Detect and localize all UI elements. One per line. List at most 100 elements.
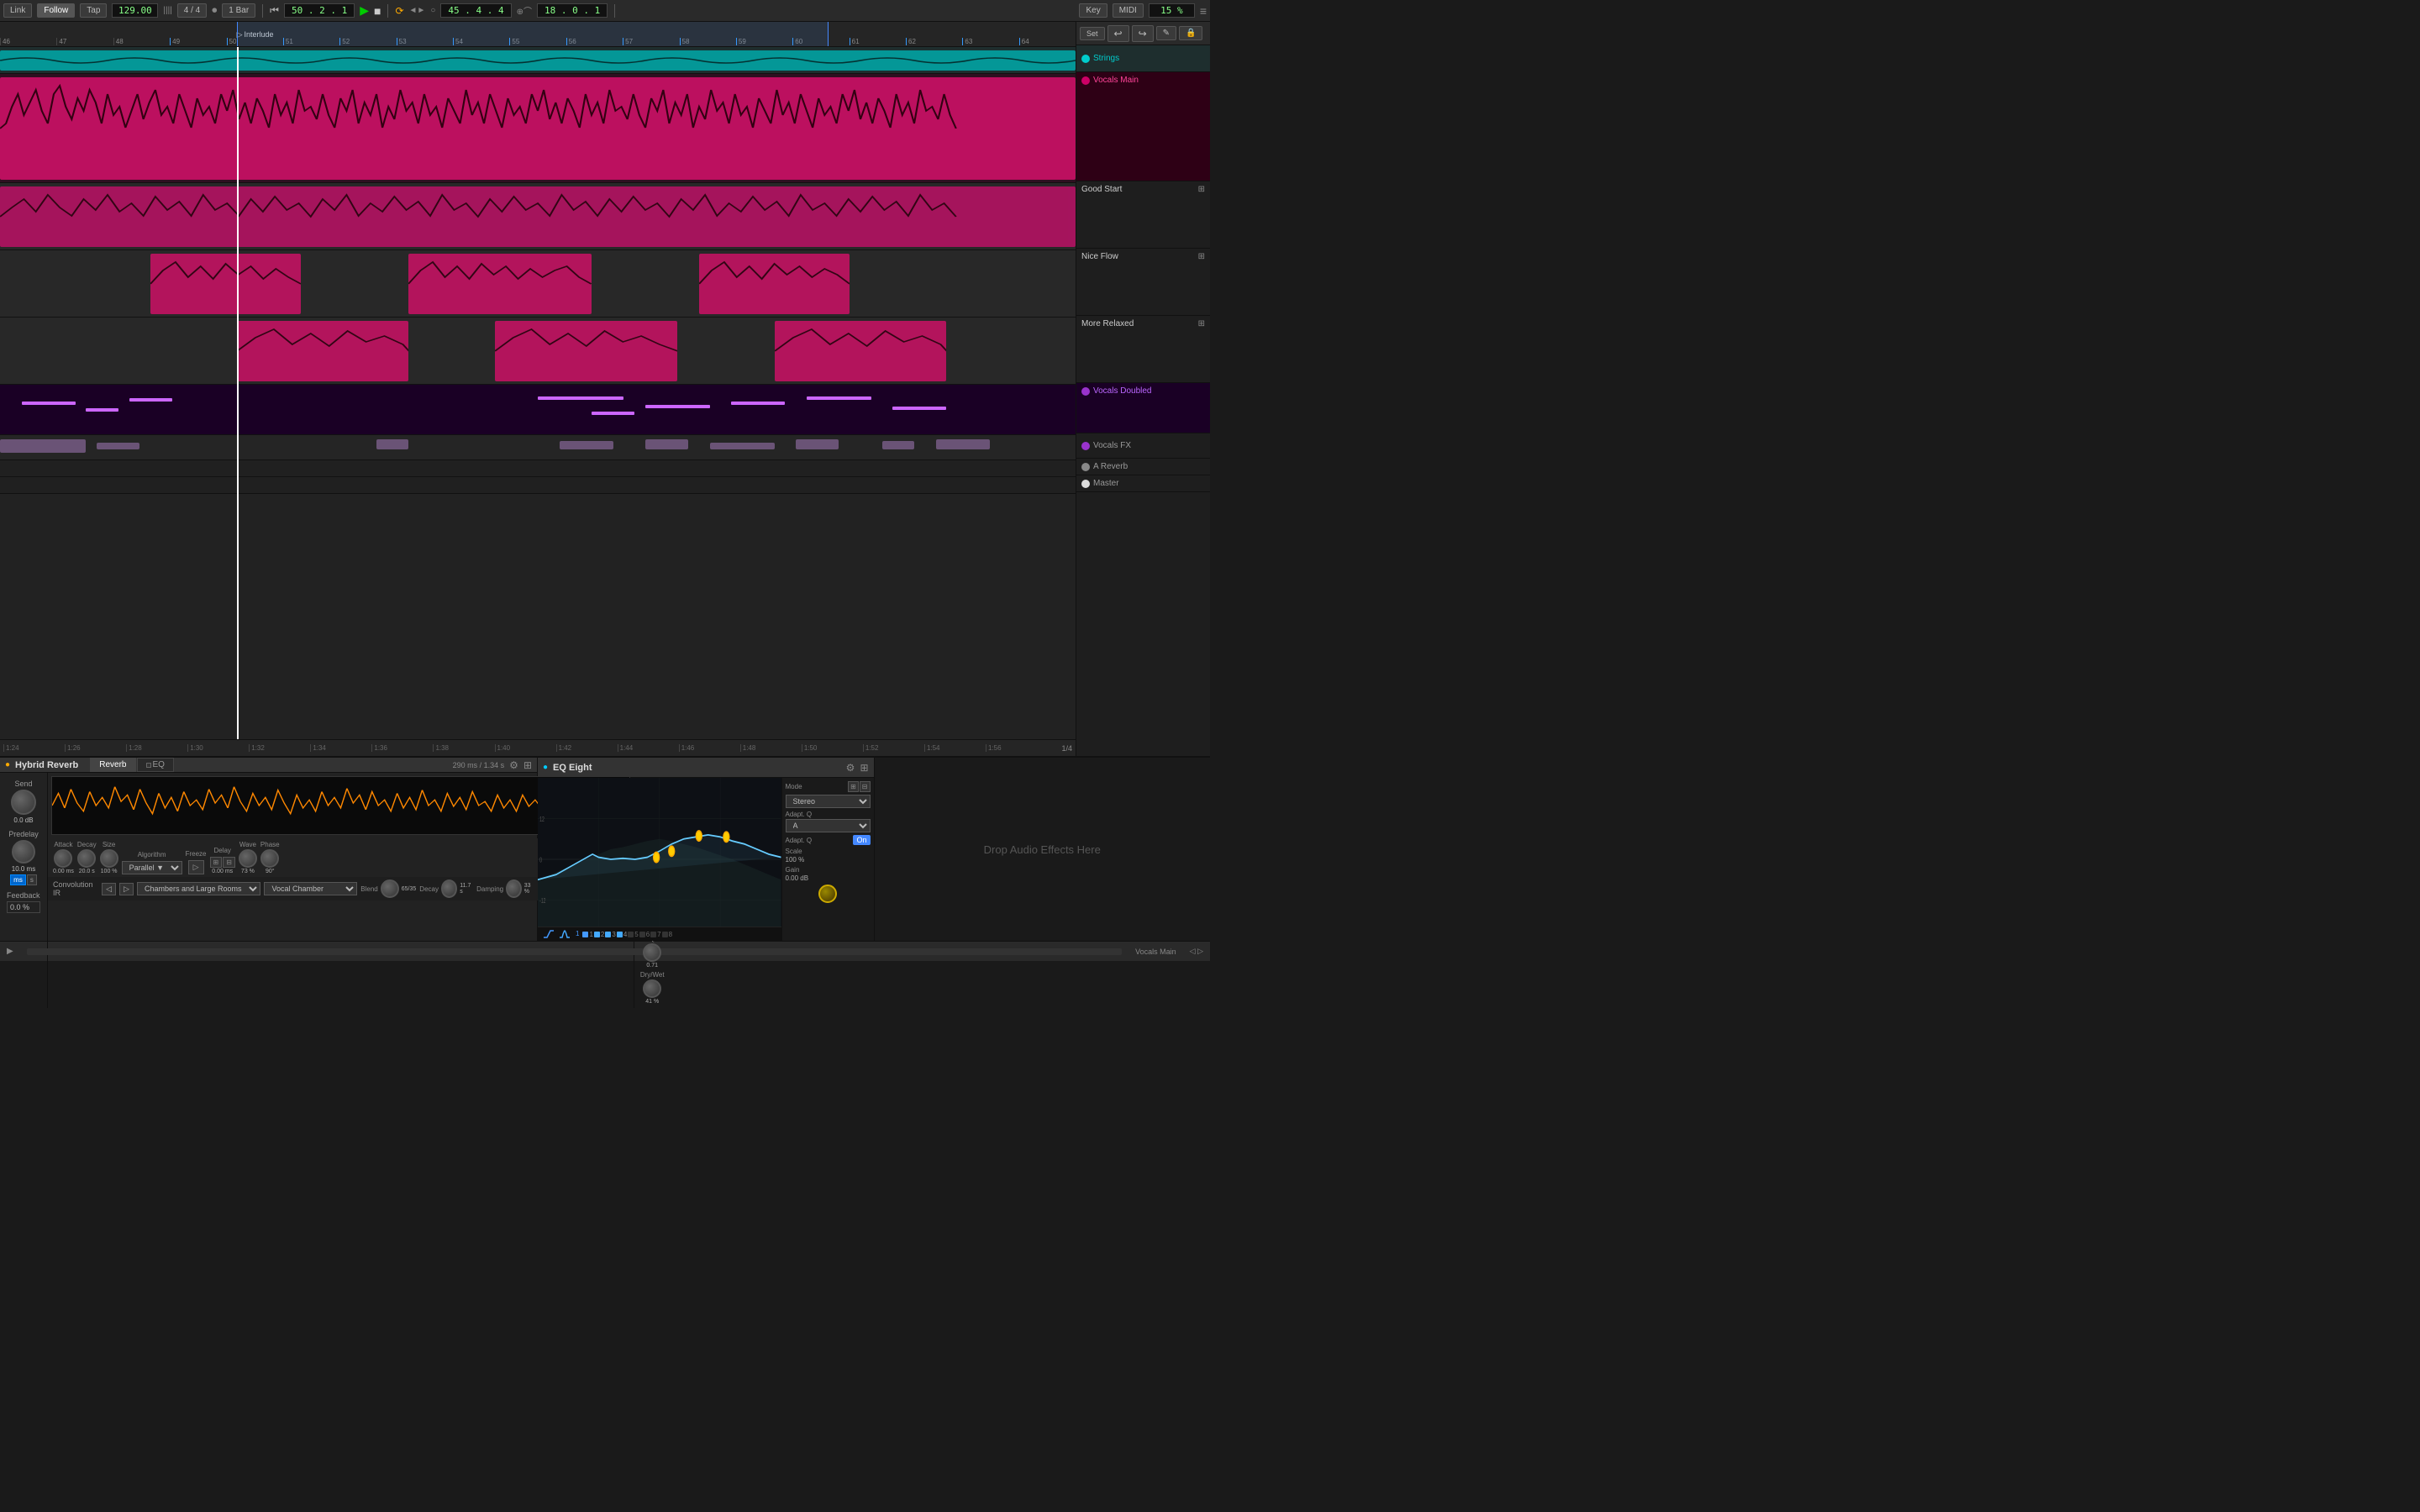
reverb-tab-eq[interactable]: EQ xyxy=(137,758,174,772)
track-list-strings[interactable]: Strings xyxy=(1076,45,1210,72)
ms-button[interactable]: ms xyxy=(10,874,26,885)
decay-knob[interactable] xyxy=(77,849,96,868)
send-knob[interactable] xyxy=(11,790,36,815)
menu-icon[interactable]: ≡ xyxy=(1200,4,1207,18)
lock-button[interactable]: 🔒 xyxy=(1179,26,1202,40)
vocals-main-clip-full[interactable] xyxy=(0,77,1076,180)
vocals-fx-clip-8[interactable] xyxy=(882,441,914,449)
bar-setting[interactable]: 1 Bar xyxy=(222,3,255,18)
track-list-good-start[interactable]: Good Start ⊞ xyxy=(1076,181,1210,249)
tap-button[interactable]: Tap xyxy=(80,3,107,18)
more-relaxed-clip3[interactable] xyxy=(775,321,947,381)
set-button[interactable]: Set xyxy=(1080,27,1105,40)
reverb-tab-reverb[interactable]: Reverb xyxy=(90,758,135,772)
stop-button[interactable]: ■ xyxy=(374,4,381,18)
midi-button[interactable]: MIDI xyxy=(1113,3,1144,18)
tracks-scroll[interactable] xyxy=(0,47,1076,739)
freeze-button[interactable]: ▷ xyxy=(188,860,204,874)
q-knob[interactable] xyxy=(643,943,661,962)
strings-clip[interactable] xyxy=(0,50,1076,71)
bottom-progress[interactable] xyxy=(27,948,1122,955)
bpm-display[interactable]: 129.00 xyxy=(112,3,158,18)
ir-decay-knob[interactable] xyxy=(441,879,457,898)
predelay-section: Predelay 10.0 ms ms s xyxy=(3,830,44,885)
undo-button[interactable]: ↩ xyxy=(1107,25,1129,42)
more-relaxed-clip1[interactable] xyxy=(237,321,409,381)
vocals-fx-clip-4[interactable] xyxy=(560,441,613,449)
wave-knob[interactable] xyxy=(239,849,257,868)
more-relaxed-clip2[interactable] xyxy=(495,321,678,381)
pencil-button[interactable]: ✎ xyxy=(1156,26,1176,40)
room-select[interactable]: Chambers and Large Rooms xyxy=(137,882,261,895)
position-display[interactable]: 50 . 2 . 1 xyxy=(284,3,355,18)
feedback-input[interactable] xyxy=(7,901,40,913)
eq-node-3[interactable] xyxy=(669,846,675,856)
track-list-nice-flow[interactable]: Nice Flow ⊞ xyxy=(1076,249,1210,316)
delay-btn2[interactable]: ⊟ xyxy=(223,857,235,868)
loop-start-display[interactable]: 45 . 4 . 4 xyxy=(440,3,511,18)
drywet-knob[interactable] xyxy=(643,979,661,998)
nice-flow-clip2[interactable] xyxy=(408,254,592,314)
reverb-expand-icon[interactable]: ⊞ xyxy=(523,759,532,771)
redo-button[interactable]: ↪ xyxy=(1132,25,1154,42)
mode-select[interactable]: Stereo xyxy=(786,795,871,808)
eq-settings-icon[interactable]: ⚙ xyxy=(846,762,855,774)
drop-zone[interactable]: Drop Audio Effects Here xyxy=(874,758,1211,941)
eq-freq-knob[interactable] xyxy=(818,885,837,903)
s-button[interactable]: s xyxy=(27,874,37,885)
track-list-vocals-main[interactable]: Vocals Main xyxy=(1076,72,1210,181)
eq-power-icon[interactable]: ● xyxy=(543,763,548,772)
vocals-fx-clip-7[interactable] xyxy=(796,439,839,449)
phase-knob[interactable] xyxy=(260,849,279,868)
eq-mode-btn2[interactable]: ⊟ xyxy=(860,781,871,792)
nice-flow-clip3[interactable] xyxy=(699,254,850,314)
loop-icon[interactable]: ⟳ xyxy=(395,5,403,17)
nice-flow-clip1[interactable] xyxy=(150,254,301,314)
good-start-clip[interactable] xyxy=(0,186,1076,247)
timeline-ruler[interactable]: ▷ Interlude 46 47 48 49 50 51 52 53 54 5… xyxy=(0,22,1076,47)
track-list-master[interactable]: Master xyxy=(1076,475,1210,492)
eq-mode-btn1[interactable]: ⊞ xyxy=(848,781,859,792)
predelay-knob[interactable] xyxy=(12,840,35,864)
status-play-btn[interactable]: ▶ xyxy=(7,947,13,956)
damping-knob[interactable] xyxy=(506,879,522,898)
track-list-more-relaxed[interactable]: More Relaxed ⊞ xyxy=(1076,316,1210,383)
vocals-fx-clip-6[interactable] xyxy=(710,443,775,449)
adapt-q-select[interactable]: A xyxy=(786,819,871,832)
vocals-fx-clip-3[interactable] xyxy=(376,439,408,449)
link-button[interactable]: Link xyxy=(3,3,32,18)
vocals-fx-clip-1[interactable] xyxy=(0,439,86,453)
vocals-fx-clip-5[interactable] xyxy=(645,439,688,449)
preset-select[interactable]: Vocal Chamber xyxy=(264,882,357,895)
follow-button[interactable]: Follow xyxy=(37,3,75,18)
attack-knob[interactable] xyxy=(54,849,72,868)
delay-btn1[interactable]: ⊞ xyxy=(210,857,223,868)
loop-end-display[interactable]: 18 . 0 . 1 xyxy=(537,3,608,18)
eq-node-4[interactable] xyxy=(696,831,702,841)
decay-group: Decay 20.0 s xyxy=(77,841,97,874)
track-list-vocals-fx[interactable]: Vocals FX xyxy=(1076,433,1210,459)
eq-node-5[interactable] xyxy=(723,832,729,842)
vocals-fx-clip-2[interactable] xyxy=(97,443,139,449)
reverb-power-icon[interactable]: ● xyxy=(5,760,10,769)
size-knob[interactable] xyxy=(100,849,118,868)
ir-nav-left[interactable]: ◁ xyxy=(102,883,116,895)
band-filter-2[interactable] xyxy=(557,929,572,939)
vocals-fx-clip-9[interactable] xyxy=(936,439,990,449)
reverb-settings-icon[interactable]: ⚙ xyxy=(509,759,518,771)
ir-nav-right[interactable]: ▷ xyxy=(119,883,134,895)
play-button[interactable]: ▶ xyxy=(360,3,369,18)
eq-node-2[interactable] xyxy=(654,853,660,863)
eq-display[interactable]: 12 0 -12 100 1k 10k 1 xyxy=(538,778,781,941)
algorithm-select[interactable]: Parallel ▼ xyxy=(122,861,182,874)
blend-knob[interactable] xyxy=(381,879,399,898)
track-list-vocals-doubled[interactable]: Vocals Doubled xyxy=(1076,383,1210,433)
eq-expand-icon[interactable]: ⊞ xyxy=(860,762,868,774)
key-button[interactable]: Key xyxy=(1079,3,1107,18)
feedback-label: Feedback xyxy=(7,891,40,900)
rewind-icon[interactable]: ⏮ xyxy=(270,4,279,17)
time-sig-display[interactable]: 4 / 4 xyxy=(177,3,207,18)
band-filter-1[interactable] xyxy=(541,929,556,939)
track-list-a-reverb[interactable]: A Reverb xyxy=(1076,459,1210,475)
on-badge[interactable]: On xyxy=(853,835,870,845)
